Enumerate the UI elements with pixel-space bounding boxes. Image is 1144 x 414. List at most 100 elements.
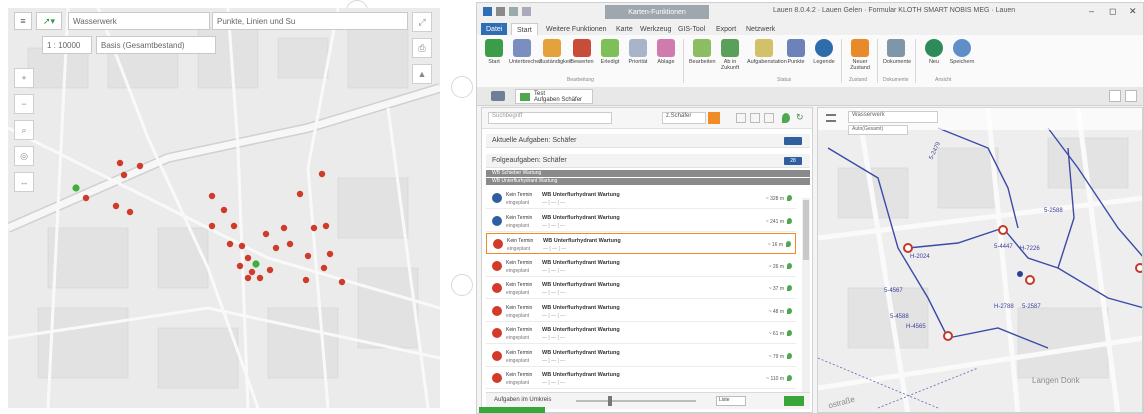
task-location-pin-icon[interactable]	[787, 307, 792, 314]
task-location-pin-icon[interactable]	[787, 217, 792, 224]
tab-map[interactable]: Karte	[611, 23, 638, 35]
nav-next-icon[interactable]	[750, 113, 760, 123]
task-row[interactable]: Kein Termin eingeplant WB Unterflurhydrant…	[486, 368, 796, 389]
future-button[interactable]: Ab in Zukunft	[717, 39, 743, 71]
radius-slider[interactable]	[576, 400, 696, 402]
rate-button[interactable]: Bewerten	[569, 39, 595, 65]
search-map-icon[interactable]: ⌕	[14, 120, 34, 140]
done-button[interactable]: Erledigt	[597, 39, 623, 65]
left-map-search-input[interactable]: Wasserwerk	[68, 12, 210, 30]
scrollbar-thumb[interactable]	[803, 200, 809, 260]
zoom-out-icon[interactable]: −	[14, 94, 34, 114]
task-status-icon	[492, 193, 502, 203]
task-location-pin-icon[interactable]	[787, 352, 792, 359]
list-view-select-value: Liste	[719, 397, 730, 403]
globe-icon	[925, 39, 943, 57]
filter-orange-button[interactable]	[708, 112, 720, 124]
task-location-pin-icon[interactable]	[787, 262, 792, 269]
rate-label: Bewerten	[570, 59, 594, 65]
layers-button[interactable]: ≡	[14, 12, 32, 30]
undo-icon[interactable]	[509, 7, 518, 16]
task-location-pin-icon[interactable]	[787, 195, 792, 201]
tab-more-functions[interactable]: Weitere Funktionen	[541, 23, 612, 35]
app-icon	[483, 7, 492, 16]
archive-button[interactable]: Ablage	[653, 39, 679, 65]
tab-gis-tool[interactable]: GIS-Tool	[673, 23, 710, 35]
collapse-icon[interactable]	[1125, 90, 1137, 102]
network-map-view[interactable]: Wasserwerk Auto(Gesamt) 5-2479 5-2588 5-44…	[817, 107, 1143, 413]
tab-network[interactable]: Netzwerk	[741, 23, 780, 35]
measure-icon[interactable]: ↔	[14, 172, 34, 192]
map-hamburger-icon[interactable]	[826, 114, 836, 122]
locate-icon[interactable]: ◎	[14, 146, 34, 166]
task-schedule-line2: eingeplant	[507, 246, 531, 252]
redo-icon[interactable]	[522, 7, 531, 16]
task-list-scrollbar[interactable]	[802, 198, 810, 394]
map-layer-select[interactable]: Auto(Gesamt)	[848, 125, 908, 135]
task-row[interactable]: Kein Termin eingeplant WB Unterflurhydrant…	[486, 256, 796, 277]
nav-last-icon[interactable]	[764, 113, 774, 123]
panel-toggle-icon[interactable]	[491, 91, 505, 101]
group-valve-maintenance[interactable]: WB Schieber Wartung	[486, 170, 810, 177]
section-current-tasks[interactable]: Aktuelle Aufgaben: Schäfer	[486, 134, 810, 148]
pause-button[interactable]: Unterbrechen	[509, 39, 542, 65]
north-icon[interactable]: ▲	[412, 64, 432, 84]
new-state-button[interactable]: Neuer Zustand	[847, 39, 873, 71]
funnel-icon	[851, 39, 869, 57]
task-schedule-line2: eingeplant	[506, 200, 530, 206]
tab-test-tasks[interactable]: Test Aufgaben Schäfer	[515, 89, 593, 104]
map-search-input[interactable]: Wasserwerk	[848, 111, 938, 123]
close-button[interactable]: ✕	[1129, 6, 1137, 17]
location-pin-icon[interactable]	[782, 113, 790, 123]
documents-button[interactable]: Dokumente	[883, 39, 911, 65]
fullscreen-icon[interactable]: ⤢	[412, 12, 432, 32]
left-map-view[interactable]: ≡ ➚▾ Wasserwerk Punkte, Linien und Su 1 …	[8, 8, 440, 408]
assign-button[interactable]: Zuständigkeit	[539, 39, 572, 65]
save-icon[interactable]	[496, 7, 505, 16]
section-followup-tasks[interactable]: Folgeaufgaben: Schäfer 28	[486, 154, 810, 168]
priority-button[interactable]: Priorität	[625, 39, 651, 65]
route-arrow-button[interactable]: ➚▾	[36, 12, 62, 30]
expand-icon[interactable]	[1109, 90, 1121, 102]
task-station-button[interactable]: Aufgabenstation	[747, 39, 787, 65]
filter-select-value: z.Schäfer	[666, 113, 692, 119]
ribbon-separator	[683, 39, 684, 83]
save-ribbon-button[interactable]: Speichern	[949, 39, 975, 65]
left-map-side-tools: + − ⌕ ◎ ↔	[14, 68, 34, 198]
tab-tool[interactable]: Werkzeug	[635, 23, 676, 35]
legend-button[interactable]: Legende	[811, 39, 837, 65]
scale-field[interactable]: 1 : 10000	[42, 36, 92, 54]
tab-export[interactable]: Export	[711, 23, 741, 35]
refresh-icon[interactable]: ↻	[796, 112, 804, 123]
task-location-pin-icon[interactable]	[786, 241, 791, 247]
nav-prev-icon[interactable]	[736, 113, 746, 123]
task-row[interactable]: Kein Termin eingeplant WB Unterflurhydrant…	[486, 346, 796, 367]
minimize-button[interactable]: –	[1089, 6, 1094, 16]
task-row[interactable]: Kein Termin eingeplant WB Unterflurhydrant…	[486, 211, 796, 232]
radius-slider-handle[interactable]	[608, 396, 612, 406]
task-location-pin-icon[interactable]	[787, 375, 792, 381]
task-location-pin-icon[interactable]	[787, 330, 792, 336]
task-row[interactable]: Kein Termin eingeplant WB Unterflurhydrant…	[486, 233, 796, 254]
start-button[interactable]: Start	[481, 39, 507, 65]
edit-button[interactable]: Bearbeiten	[689, 39, 716, 65]
map-feature-label: H-4565	[906, 324, 926, 330]
list-view-select[interactable]: Liste	[716, 396, 746, 406]
task-row[interactable]: Kein Termin eingeplant WB Unterflurhydrant…	[486, 301, 796, 322]
group-hydrant-maintenance[interactable]: WB Unterflurhydrant Wartung	[486, 178, 810, 185]
maximize-button[interactable]: ◻	[1109, 6, 1116, 17]
left-map-search-right-input[interactable]: Punkte, Linien und Su	[212, 12, 408, 30]
points-button[interactable]: Punkte	[783, 39, 809, 65]
zoom-in-icon[interactable]: +	[14, 68, 34, 88]
new-button[interactable]: Neu	[921, 39, 947, 65]
task-location-pin-icon[interactable]	[787, 285, 792, 291]
filter-select[interactable]: z.Schäfer	[662, 112, 706, 124]
task-row[interactable]: Kein Termin eingeplant WB Unterflurhydrant…	[486, 188, 796, 209]
layer-select[interactable]: Basis (Gesamtbestand)	[96, 36, 216, 54]
task-row[interactable]: Kein Termin eingeplant WB Unterflurhydrant…	[486, 323, 796, 344]
tab-file[interactable]: Datei	[481, 23, 508, 35]
task-search-input[interactable]: Suchbegriff	[488, 112, 612, 124]
task-row[interactable]: Kein Termin eingeplant WB Unterflurhydrant…	[486, 278, 796, 299]
print-icon[interactable]: ⎙	[412, 38, 432, 58]
footer-green-button[interactable]	[784, 396, 804, 406]
